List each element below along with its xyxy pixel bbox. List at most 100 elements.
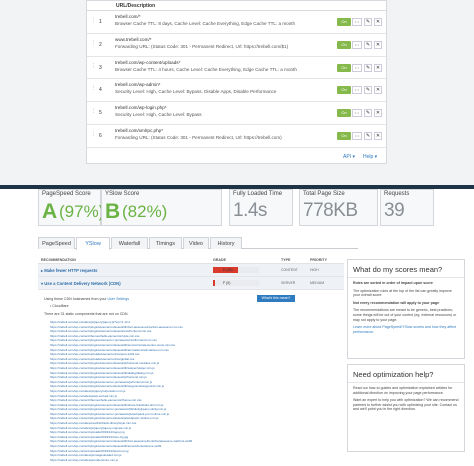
tab-history[interactable]: History — [210, 237, 242, 249]
page-rule-row: ⋮ 5 trebell.com/wp-login.php* Security Leve… — [87, 102, 386, 125]
results-header: RECOMMENDATION GRADE TYPE PRIORITY — [38, 256, 344, 264]
fully-loaded-time: Fully Loaded Time 1.4s — [229, 189, 293, 226]
optimization-help-text-2: Want an expert to help you with optimiza… — [353, 398, 459, 412]
static-component-link[interactable]: https://trebell.com/wp-includes/js/under… — [50, 458, 330, 463]
drag-handle-icon[interactable]: ⋮ — [91, 108, 96, 114]
pagespeed-score: PageSpeed Score A (97%) — [38, 189, 105, 226]
scores-meaning-panel: What do my scores mean? Rules are sorted… — [347, 259, 465, 359]
url-description-header: URL/Description — [87, 1, 386, 11]
tab-timings[interactable]: Timings — [149, 237, 182, 249]
cdn-text: Using these CDN hostnames from your — [44, 297, 107, 301]
tab-waterfall[interactable]: Waterfall — [111, 237, 148, 249]
rule-on-toggle[interactable]: On — [337, 18, 351, 26]
rule-on-toggle[interactable]: On — [337, 131, 351, 140]
toggle-dots-icon[interactable]: • • — [352, 86, 362, 95]
user-settings-link[interactable]: User Settings — [108, 297, 130, 301]
tab-video[interactable]: Video — [183, 237, 209, 249]
rule-url: www.trebell.com/* — [115, 36, 152, 42]
drag-handle-icon[interactable]: ⋮ — [91, 40, 96, 46]
recommendation-name[interactable]: ▸ Make fewer HTTP requests — [41, 268, 97, 273]
not-every-bold: Not every recommendation will apply to y… — [353, 300, 440, 305]
requests: Requests 39 — [380, 189, 434, 226]
table-footer: API ▾ Help ▾ — [87, 149, 386, 163]
rule-url: trebell.com/wp-content/uploads* — [115, 59, 181, 65]
delete-icon[interactable]: ✕ — [374, 109, 382, 118]
type-value: CONTENT — [281, 268, 298, 272]
rule-number: 2 — [99, 41, 102, 48]
rule-url: trebell.com/wp-admin* — [115, 82, 161, 88]
toggle-dots-icon[interactable]: • • — [352, 63, 362, 72]
rule-description: Browser Cache TTL: 4 hours, Cache Level:… — [115, 66, 297, 72]
toggle-dots-icon[interactable]: • • — [352, 40, 362, 49]
priority-header: PRIORITY — [310, 258, 327, 262]
tab-yslow[interactable]: YSlow — [76, 237, 110, 250]
whats-this-mean-button[interactable]: What's this mean? — [257, 295, 295, 302]
page-rule-row: ⋮ 6 trebell.com/xmlrpc.php* Forwarding URL:… — [87, 125, 386, 148]
pagespeed-grade: A — [42, 200, 58, 223]
edit-icon[interactable]: ✎ — [364, 40, 372, 49]
drag-handle-icon[interactable]: ⋮ — [91, 17, 96, 23]
rule-description: Security Level: High, Cache Level: Bypas… — [115, 89, 277, 95]
drag-handle-icon[interactable]: ⋮ — [91, 85, 96, 91]
grade-text: F (0) — [223, 281, 231, 285]
yslow-grade: B — [105, 200, 121, 223]
toggle-dots-icon[interactable]: • • — [352, 109, 362, 118]
rule-url: trebell.com/wp-login.php* — [115, 105, 167, 111]
delete-icon[interactable]: ✕ — [374, 63, 382, 72]
rule-number: 5 — [99, 110, 102, 117]
edit-icon[interactable]: ✎ — [364, 63, 372, 72]
grade-header: GRADE — [213, 258, 226, 262]
drag-handle-icon[interactable]: ⋮ — [91, 63, 96, 69]
yslow-results: RECOMMENDATION GRADE TYPE PRIORITY ▸ Mak… — [38, 256, 344, 290]
api-link[interactable]: API ▾ — [343, 154, 355, 160]
report-tabs: PageSpeed YSlow Waterfall Timings Video Histo… — [38, 237, 358, 250]
recommendation-header: RECOMMENDATION — [41, 258, 76, 262]
delete-icon[interactable]: ✕ — [374, 18, 382, 26]
recommendation-name[interactable]: ▾ Use a Content Delivery Network (CDN) — [41, 281, 121, 286]
priority-value: MEDIUM — [310, 281, 325, 285]
rule-number: 1 — [99, 19, 102, 25]
total-page-size: Total Page Size 778KB — [299, 189, 378, 226]
tab-pagespeed[interactable]: PageSpeed — [38, 237, 75, 249]
grade-bar: E (55) — [213, 267, 259, 273]
edit-icon[interactable]: ✎ — [364, 86, 372, 95]
pagespeed-value: (97%) — [59, 202, 105, 221]
rule-number: 4 — [99, 87, 102, 94]
help-link[interactable]: Help ▾ — [363, 154, 377, 160]
toggle-dots-icon[interactable]: • • — [352, 131, 362, 140]
yslow-label: YSlow Score — [105, 191, 140, 197]
rule-description: Security Level: High, Cache Level: Bypas… — [115, 112, 202, 118]
drag-handle-icon[interactable]: ⋮ — [91, 131, 96, 137]
toggle-dots-icon[interactable]: • • — [352, 18, 362, 26]
edit-icon[interactable]: ✎ — [364, 131, 372, 140]
recommendation-row[interactable]: ▸ Make fewer HTTP requests E (55) CONTENT H… — [38, 264, 344, 277]
rules-sorted-text: The optimization rules at the top of the… — [353, 288, 452, 298]
page-rules-table: URL/Description ⋮ 1 trebell.com/* Browser C… — [86, 0, 387, 164]
learn-more-link[interactable]: Learn more about PageSpeed/YSlow scores … — [348, 322, 464, 334]
delete-icon[interactable]: ✕ — [374, 131, 382, 140]
type-header: TYPE — [281, 258, 291, 262]
pagespeed-label: PageSpeed Score — [42, 191, 91, 197]
delete-icon[interactable]: ✕ — [374, 86, 382, 95]
not-every-text: The recommendations are meant to be gene… — [353, 308, 457, 322]
rule-url: trebell.com/xmlrpc.php* — [115, 127, 163, 133]
rule-description: Forwarding URL: (Status Code: 301 - Perm… — [115, 134, 282, 140]
requests-label: Requests — [384, 191, 410, 197]
gtmetrix-report: PageSpeed Score A (97%) YSlow Score B (8… — [0, 189, 474, 466]
cdn-item: • Cloudflare — [50, 304, 69, 308]
rule-on-toggle[interactable]: On — [337, 109, 351, 118]
rule-on-toggle[interactable]: On — [337, 63, 351, 72]
edit-icon[interactable]: ✎ — [364, 109, 372, 118]
edit-icon[interactable]: ✎ — [364, 18, 372, 26]
results-rows: ▸ Make fewer HTTP requests E (55) CONTENT H… — [38, 264, 344, 290]
rule-description: Browser Cache TTL: 8 days, Cache Level: … — [115, 21, 296, 26]
optimization-help-text-1: Read our how-to guides and optimization … — [353, 386, 453, 395]
recommendation-row[interactable]: ▾ Use a Content Delivery Network (CDN) F … — [38, 277, 344, 290]
rule-on-toggle[interactable]: On — [337, 40, 351, 49]
rule-on-toggle[interactable]: On — [337, 86, 351, 95]
delete-icon[interactable]: ✕ — [374, 40, 382, 49]
load-label: Fully Loaded Time — [233, 191, 283, 197]
rules-sorted-bold: Rules are sorted in order of impact upon… — [353, 281, 433, 285]
static-component-list: https://trebell.com/wp-includes/js/jquer… — [50, 320, 330, 462]
optimization-help-panel: Need optimization help? Read our how-to … — [347, 364, 465, 452]
